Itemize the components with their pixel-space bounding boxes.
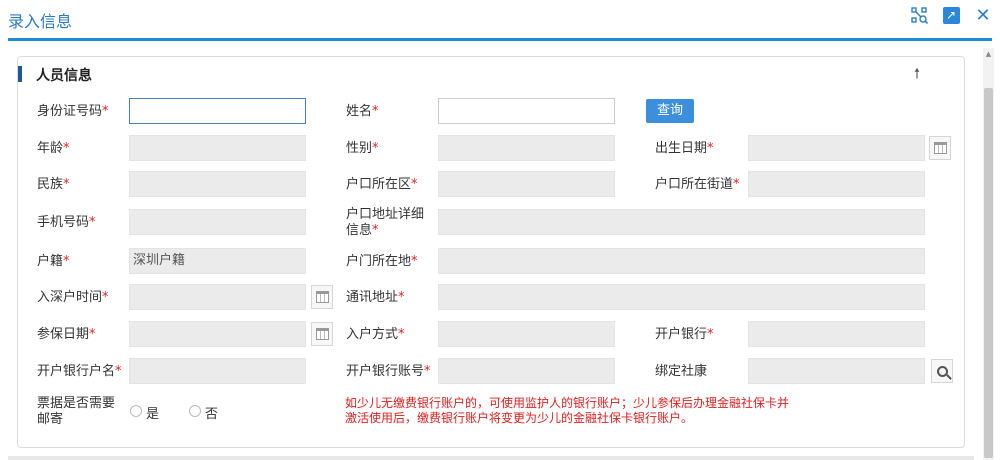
mailing-address-input[interactable] bbox=[438, 284, 925, 310]
ethnicity-input[interactable] bbox=[129, 171, 306, 197]
scroll-up-arrow-icon[interactable]: ▲ bbox=[983, 48, 994, 60]
bank-account-notice: 如少儿无缴费银行账户的，可使用监护人的银行账户；少儿参保后办理金融社保卡并激活使… bbox=[345, 396, 790, 425]
hukou-address-detail-input[interactable] bbox=[438, 209, 925, 235]
label-mailing-address: 通讯地址* bbox=[346, 290, 405, 305]
label-insurance-date: 参保日期* bbox=[37, 327, 96, 342]
hukou-street-input[interactable] bbox=[748, 171, 925, 197]
label-sz-hukou-time: 入深户时间* bbox=[37, 290, 109, 305]
label-name: 姓名* bbox=[346, 104, 379, 119]
household-registration-input[interactable]: 深圳户籍 bbox=[129, 248, 306, 274]
sz-hukou-time-input[interactable] bbox=[129, 284, 306, 310]
label-mail-invoice: 票据是否需要邮寄 bbox=[37, 396, 116, 427]
account-number-input[interactable] bbox=[438, 358, 615, 384]
label-id-number: 身份证号码* bbox=[37, 104, 109, 119]
label-mobile: 手机号码* bbox=[37, 215, 96, 230]
label-hukou-location: 户门所在地* bbox=[346, 254, 418, 269]
mail-invoice-no-radio[interactable] bbox=[189, 405, 201, 417]
section-title: 人员信息 bbox=[36, 68, 92, 84]
scroll-thumb[interactable] bbox=[984, 88, 993, 458]
open-external-icon[interactable]: ↗ bbox=[940, 4, 962, 26]
bank-input[interactable] bbox=[748, 321, 925, 347]
name-input[interactable] bbox=[438, 98, 615, 124]
sz-hukou-time-calendar-icon[interactable] bbox=[311, 285, 333, 309]
birth-date-input[interactable] bbox=[748, 135, 925, 161]
id-number-input[interactable] bbox=[129, 98, 306, 124]
mail-invoice-no-label: 否 bbox=[205, 407, 219, 422]
label-hukou-street: 户口所在街道* bbox=[655, 177, 740, 192]
hukou-location-input[interactable] bbox=[438, 248, 925, 274]
close-icon[interactable]: ✕ bbox=[972, 4, 994, 26]
age-input[interactable] bbox=[129, 135, 306, 161]
label-account-number: 开户银行账号* bbox=[346, 364, 431, 379]
mail-invoice-yes-radio[interactable] bbox=[130, 405, 142, 417]
collapse-arrow-icon[interactable]: 🠕 bbox=[914, 63, 920, 87]
hukou-district-input[interactable] bbox=[438, 171, 615, 197]
label-gender: 性别* bbox=[346, 141, 379, 156]
titlebar-actions: ↗ ✕ bbox=[908, 4, 994, 26]
label-bank: 开户银行* bbox=[655, 327, 714, 342]
dialog-titlebar: 录入信息 ↗ ✕ bbox=[0, 0, 1000, 38]
search-icon[interactable] bbox=[931, 359, 953, 383]
label-age: 年龄* bbox=[37, 141, 70, 156]
bind-social-card-input[interactable] bbox=[748, 358, 925, 384]
birth-date-calendar-icon[interactable] bbox=[929, 136, 951, 160]
entry-method-input[interactable] bbox=[438, 321, 615, 347]
mail-invoice-yes-label: 是 bbox=[146, 407, 160, 422]
insurance-date-calendar-icon[interactable] bbox=[311, 322, 333, 346]
query-button[interactable]: 查询 bbox=[646, 99, 694, 123]
label-birth-date: 出生日期* bbox=[655, 141, 714, 156]
gender-input[interactable] bbox=[438, 135, 615, 161]
mobile-input[interactable] bbox=[129, 209, 306, 235]
label-hukou-district: 户口所在区* bbox=[346, 177, 418, 192]
dialog-title: 录入信息 bbox=[8, 12, 73, 31]
label-bind-social-card: 绑定社康 bbox=[655, 364, 708, 379]
title-divider bbox=[8, 38, 992, 41]
label-account-name: 开户银行户名* bbox=[37, 364, 122, 379]
panel-bottom-strip bbox=[8, 456, 974, 460]
fit-screen-icon[interactable] bbox=[908, 4, 930, 26]
account-name-input[interactable] bbox=[129, 358, 306, 384]
label-hukou-address-detail: 户口地址详细信息* bbox=[346, 207, 425, 238]
label-ethnicity: 民族* bbox=[37, 177, 70, 192]
label-household-registration: 户籍* bbox=[37, 254, 70, 269]
insurance-date-input[interactable] bbox=[129, 321, 306, 347]
label-entry-method: 入户方式* bbox=[346, 327, 405, 342]
vertical-scrollbar[interactable]: ▲ bbox=[983, 48, 994, 460]
section-accent-bar bbox=[18, 66, 22, 82]
